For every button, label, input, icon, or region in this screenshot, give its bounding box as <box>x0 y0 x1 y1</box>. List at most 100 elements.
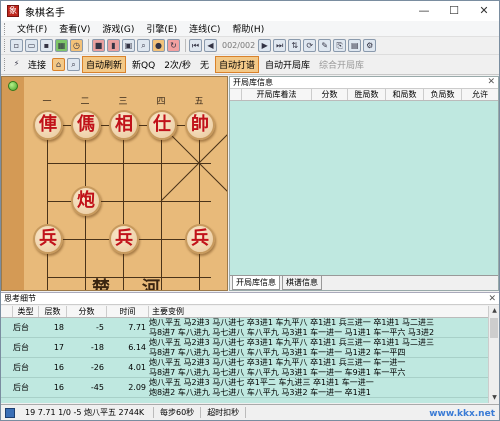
step-time: 每步60秒 <box>154 407 202 418</box>
red-cannon-piece[interactable]: 炮 <box>71 186 101 216</box>
tool-icon[interactable]: ✎ <box>318 39 332 52</box>
pv-line: 炮8进2 车八进九 马七进八 车八平九 马3进2 车一进一 卒1进1 <box>149 388 371 397</box>
red-elephant-piece[interactable]: 相 <box>109 110 139 140</box>
search-icon[interactable]: ⌕ <box>137 39 150 52</box>
red-soldier-piece[interactable]: 兵 <box>185 224 215 254</box>
toolbar-grip[interactable] <box>4 39 7 52</box>
column-header-pv[interactable]: 主要变例 <box>149 306 488 317</box>
column-header-wins[interactable]: 胜局数 <box>348 89 386 100</box>
column-header-draws[interactable]: 和局数 <box>386 89 424 100</box>
red-icon[interactable]: ■ <box>92 39 105 52</box>
rotate-icon[interactable]: ⟳ <box>303 39 317 52</box>
toolbar-separator <box>185 39 186 52</box>
column-header-move[interactable]: 开局库着法 <box>242 89 312 100</box>
cell-time: 6.14 <box>128 343 146 352</box>
status-bar: 19 7.71 1/0 -5 炮八平五 2744K 每步60秒 超时扣秒 www… <box>1 404 499 420</box>
column-header-time[interactable]: 时间 <box>107 306 149 317</box>
column-header-score[interactable]: 分数 <box>67 306 107 317</box>
red-flag-icon[interactable]: ▮ <box>107 39 120 52</box>
watermark: www.kkx.net <box>429 409 495 419</box>
column-header-losses[interactable]: 负局数 <box>424 89 462 100</box>
red-soldier-piece[interactable]: 兵 <box>33 224 63 254</box>
toolbar-grip[interactable] <box>4 58 7 71</box>
red-chariot-piece[interactable]: 俥 <box>33 110 63 140</box>
red-soldier-piece[interactable]: 兵 <box>109 224 139 254</box>
column-header-type[interactable]: 类型 <box>13 306 39 317</box>
close-icon[interactable]: ✕ <box>488 293 496 305</box>
prev-icon[interactable]: ◀ <box>204 39 217 52</box>
paste-icon[interactable]: ▤ <box>348 39 362 52</box>
cell-depth: 18 <box>53 323 64 332</box>
cell-type: 后台 <box>13 383 29 392</box>
menu-connect[interactable]: 连线(C) <box>183 22 226 35</box>
connect-button[interactable]: 连接 <box>25 57 49 72</box>
opening-library-tabs: 开局库信息 棋谱信息 <box>230 275 498 290</box>
close-icon[interactable]: ✕ <box>487 77 495 87</box>
monitor-icon[interactable]: ▣ <box>122 39 135 52</box>
auto-library-button[interactable]: 自动开局库 <box>262 57 313 72</box>
red-king-piece[interactable]: 帥 <box>185 110 215 140</box>
none-button[interactable]: 无 <box>197 57 212 72</box>
stop-icon[interactable]: ● <box>152 39 165 52</box>
maximize-button[interactable]: ☐ <box>439 1 469 21</box>
auto-play-button[interactable]: 自动打谱 <box>214 56 259 73</box>
red-horse-piece[interactable]: 傌 <box>71 110 101 140</box>
auto-refresh-button[interactable]: 自动刷新 <box>82 56 127 73</box>
analysis-table[interactable]: 后台 18 -5 7.71 炮八平五 马2进3 马八进七 卒3进1 车九平八 卒… <box>1 318 488 403</box>
chess-board[interactable]: 一 二 三 四 五 俥 傌 相 仕 帥 炮 兵 兵 兵 楚 河 <box>1 76 228 291</box>
menu-game[interactable]: 游戏(G) <box>96 22 140 35</box>
first-icon[interactable]: ⏮ <box>189 39 202 52</box>
tab-opening-library[interactable]: 开局库信息 <box>232 276 280 290</box>
opening-library-columns: 开局库着法 分数 胜局数 和局数 负局数 允许 <box>230 89 498 101</box>
scroll-thumb[interactable] <box>490 318 498 338</box>
table-row[interactable]: 后台 16 -45 2.09 炮八平五 马2进3 马八进七 卒1平二 车九进三 … <box>1 378 488 398</box>
table-row[interactable]: 后台 16 -26 4.01 炮八平五 马2进3 马八进七 卒3进1 车九平八 … <box>1 358 488 378</box>
connect-toolbar: ⚡ 连接 ⌂ ⌕ 自动刷新 新QQ 2次/秒 无 自动打谱 自动开局库 综合开局… <box>1 55 499 75</box>
red-advisor-piece[interactable]: 仕 <box>147 110 177 140</box>
column-header-score[interactable]: 分数 <box>312 89 348 100</box>
menu-help[interactable]: 帮助(H) <box>226 22 270 35</box>
move-counter: 002/002 <box>222 41 256 50</box>
scroll-down-icon[interactable]: ▼ <box>489 393 500 403</box>
river-text: 楚 <box>92 278 110 291</box>
cell-depth: 16 <box>53 383 64 392</box>
magnifier-icon[interactable]: ⌕ <box>67 58 81 71</box>
column-header-allowed[interactable]: 允许 <box>462 89 498 100</box>
title-bar: 象 象棋名手 — ☐ ✕ <box>1 1 499 21</box>
combined-library-button[interactable]: 综合开局库 <box>316 57 367 72</box>
table-row[interactable]: 后台 17 -18 6.14 炮八平五 马2进3 马八进七 卒3进1 车九平八 … <box>1 338 488 358</box>
board-icon[interactable]: ▦ <box>55 39 68 52</box>
cell-type: 后台 <box>13 363 29 372</box>
analysis-header: 思考细节 ✕ <box>1 292 499 305</box>
frequency-button[interactable]: 2次/秒 <box>161 57 194 72</box>
open-icon[interactable]: ▭ <box>25 39 38 52</box>
timer-icon[interactable]: ◷ <box>70 39 83 52</box>
refresh-icon[interactable]: ↻ <box>167 39 180 52</box>
palace-lines <box>160 124 227 202</box>
opening-library-list[interactable] <box>230 101 498 275</box>
settings-icon[interactable]: ⚙ <box>363 39 377 52</box>
pv-line: 马8进7 车八进九 马七进八 车八平九 马3进1 车一进一 马1进1 车一平六 … <box>149 328 435 337</box>
minimize-button[interactable]: — <box>409 1 439 21</box>
flip-icon[interactable]: ⇅ <box>288 39 302 52</box>
menu-view[interactable]: 查看(V) <box>53 22 96 35</box>
last-icon[interactable]: ⏭ <box>273 39 287 52</box>
scroll-up-icon[interactable]: ▲ <box>489 306 500 316</box>
analysis-scrollbar[interactable]: ▲ ▼ <box>488 306 499 403</box>
menu-grip[interactable] <box>4 22 7 35</box>
table-row[interactable]: 后台 18 -5 7.71 炮八平五 马2进3 马八进七 卒3进1 车九平八 卒… <box>1 318 488 338</box>
chinese-chess-app-icon: 象 <box>7 5 19 17</box>
copy-icon[interactable]: ⎘ <box>333 39 347 52</box>
tab-game-record[interactable]: 棋谱信息 <box>282 276 322 290</box>
save-icon[interactable]: ▪ <box>40 39 53 52</box>
cell-time: 4.01 <box>128 363 146 372</box>
analysis-title: 思考细节 <box>4 294 36 303</box>
menu-engine[interactable]: 引擎(E) <box>140 22 183 35</box>
column-header-depth[interactable]: 层数 <box>39 306 67 317</box>
lock-icon[interactable]: ⌂ <box>52 58 66 71</box>
new-icon[interactable]: ▫ <box>10 39 23 52</box>
menu-file[interactable]: 文件(F) <box>11 22 53 35</box>
close-button[interactable]: ✕ <box>469 1 499 21</box>
new-qq-button[interactable]: 新QQ <box>129 57 158 72</box>
next-icon[interactable]: ▶ <box>258 39 272 52</box>
